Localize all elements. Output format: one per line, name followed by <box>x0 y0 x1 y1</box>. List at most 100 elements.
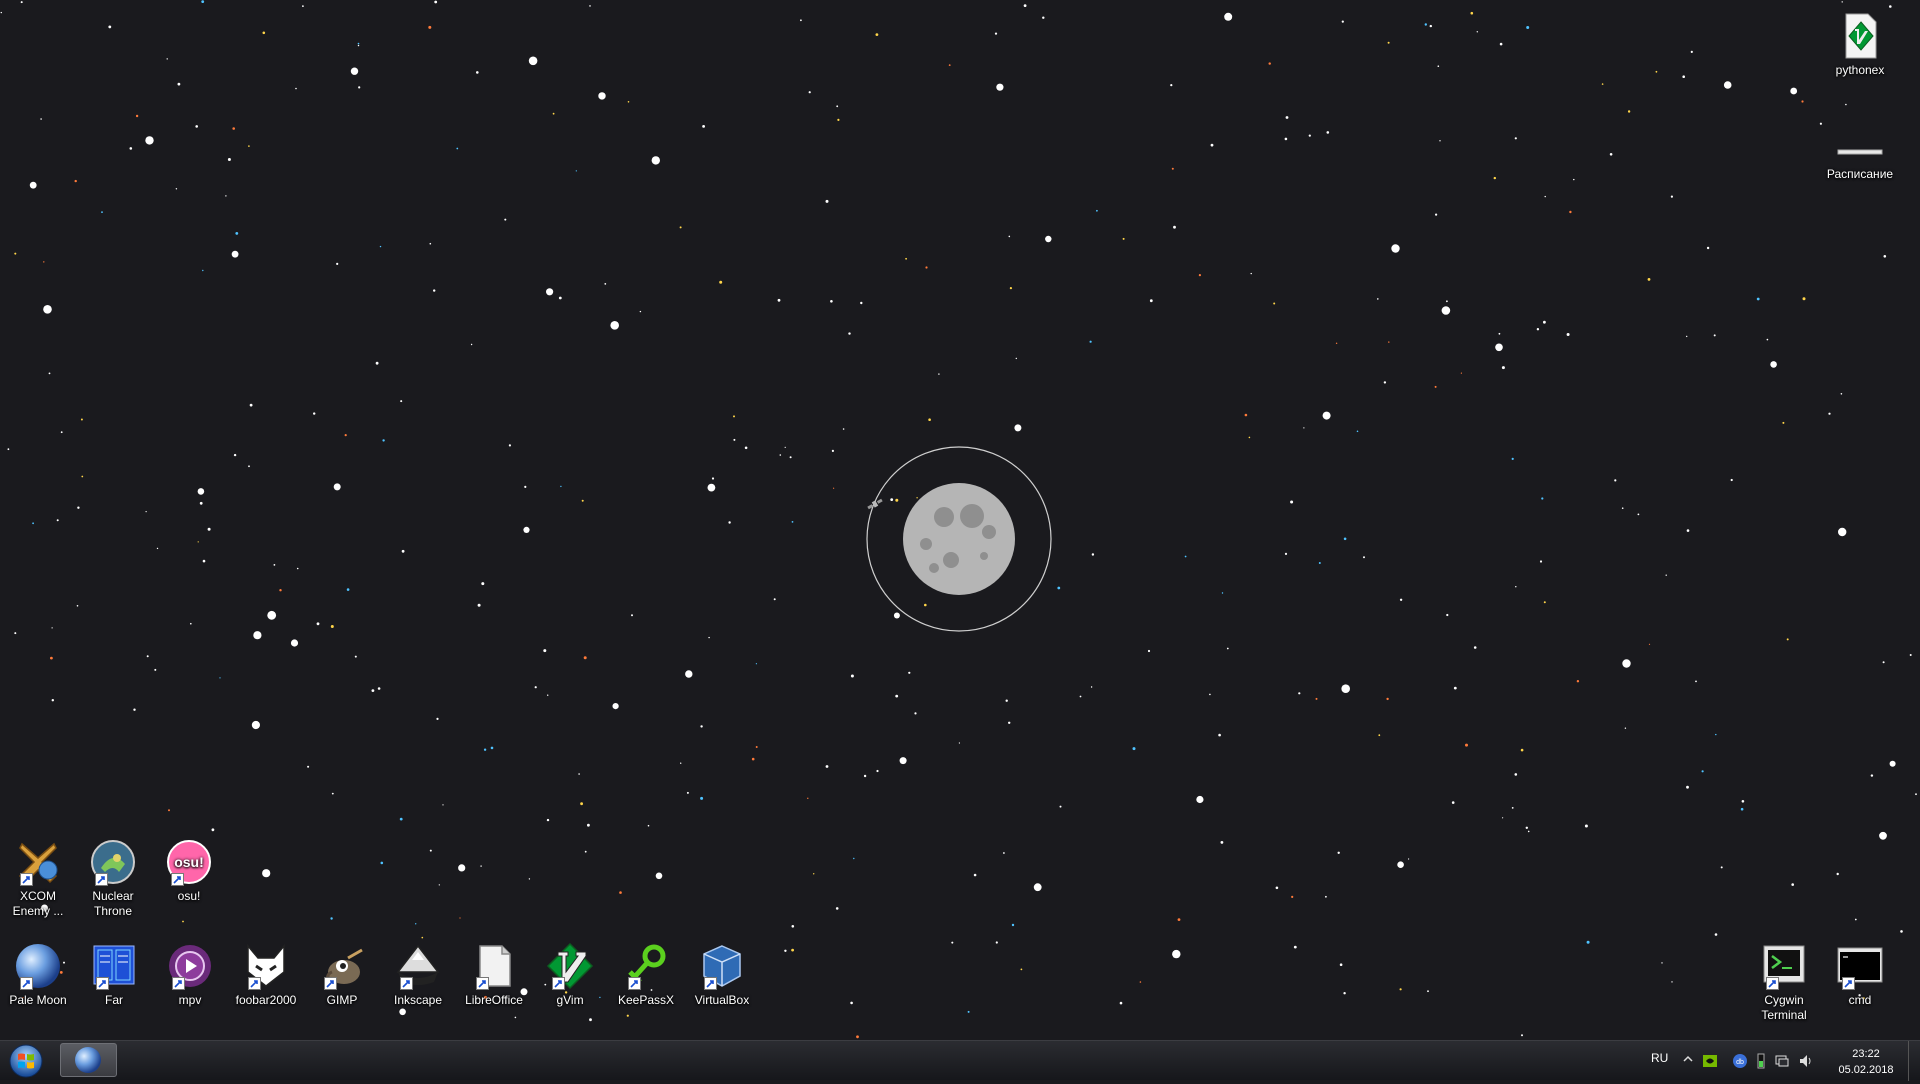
star <box>1399 988 1402 991</box>
desktop-icon-label: XCOM Enemy ... <box>12 889 64 918</box>
star <box>784 949 787 952</box>
star <box>1801 100 1804 103</box>
desktop-icon-inkscape[interactable]: Inkscape <box>380 942 456 1008</box>
shortcut-arrow-icon <box>171 873 184 886</box>
star <box>290 639 299 647</box>
star <box>333 483 341 491</box>
star <box>1008 235 1011 238</box>
desktop-icon-far[interactable]: Far <box>76 942 152 1008</box>
star <box>146 655 149 658</box>
star <box>279 589 282 592</box>
star <box>791 925 795 928</box>
desktop[interactable]: XCOM Enemy ... Nuclear Throne osu! osu! <box>0 0 1920 1040</box>
star <box>958 742 961 744</box>
desktop-icon-keepassx[interactable]: KeePassX <box>608 942 684 1008</box>
shortcut-arrow-icon <box>628 977 641 990</box>
windows-start-icon <box>9 1044 43 1078</box>
desktop-icon-cygwin-terminal[interactable]: Cygwin Terminal <box>1746 942 1822 1023</box>
star <box>1543 320 1546 324</box>
taskbar-app-pale-moon[interactable] <box>60 1043 117 1077</box>
network-icon[interactable] <box>1774 1053 1790 1072</box>
desktop-icon-pale-moon[interactable]: Pale Moon <box>0 942 76 1008</box>
star <box>589 1018 592 1022</box>
star <box>1079 695 1082 698</box>
desktop-icon-nuclear-throne[interactable]: Nuclear Throne <box>75 838 151 919</box>
star <box>344 434 347 437</box>
star <box>1427 990 1429 993</box>
shortcut-arrow-icon <box>95 873 108 886</box>
star <box>1096 209 1098 212</box>
star <box>1268 62 1271 65</box>
desktop-icon-label: VirtualBox <box>694 993 750 1007</box>
star <box>1343 992 1346 995</box>
star <box>1009 287 1013 290</box>
desktop-icon-label: Inkscape <box>393 993 443 1007</box>
star <box>612 703 619 710</box>
show-desktop-button[interactable] <box>1908 1041 1920 1081</box>
star <box>534 686 537 689</box>
battery-icon[interactable] <box>1756 1053 1766 1072</box>
network-badge-icon[interactable]: db <box>1732 1053 1748 1072</box>
star <box>1682 75 1685 78</box>
star <box>253 631 262 640</box>
shortcut-arrow-icon <box>1842 977 1855 990</box>
desktop-icon-libreoffice[interactable]: LibreOffice <box>456 942 532 1008</box>
star <box>190 622 192 625</box>
star <box>899 757 907 765</box>
start-button[interactable] <box>6 1043 46 1079</box>
star <box>1909 654 1912 656</box>
star <box>1090 686 1093 688</box>
star <box>589 5 591 7</box>
star <box>219 677 221 679</box>
language-indicator[interactable]: RU <box>1651 1051 1668 1065</box>
star <box>1337 851 1340 854</box>
star <box>233 453 237 457</box>
desktop-icon-virtualbox[interactable]: VirtualBox <box>684 942 760 1008</box>
system-clock[interactable]: 23:22 05.02.2018 <box>1832 1046 1900 1078</box>
star <box>1686 785 1689 789</box>
desktop-icon-xcom[interactable]: XCOM Enemy ... <box>0 838 76 919</box>
star <box>43 261 45 263</box>
star <box>379 245 382 248</box>
desktop-icon-osu[interactable]: osu! osu! <box>151 838 227 904</box>
star <box>996 83 1004 91</box>
volume-icon[interactable] <box>1798 1053 1814 1072</box>
star <box>1586 940 1590 944</box>
star <box>610 321 619 330</box>
desktop-icon-gvim[interactable]: gVim <box>532 942 608 1008</box>
star <box>733 438 736 441</box>
show-hidden-icons-icon[interactable] <box>1682 1053 1694 1068</box>
star <box>905 257 907 260</box>
star <box>428 25 432 29</box>
star <box>546 288 554 296</box>
desktop-icon-foobar2000[interactable]: foobar2000 <box>228 942 304 1008</box>
star <box>182 920 184 923</box>
star <box>434 0 438 4</box>
star <box>459 917 461 919</box>
star <box>433 289 436 292</box>
desktop-icon-gimp[interactable]: GIMP <box>304 942 380 1008</box>
star <box>357 42 360 45</box>
star <box>235 232 239 235</box>
star <box>1008 721 1011 724</box>
desktop-icon-mpv[interactable]: mpv <box>152 942 228 1008</box>
nvidia-icon[interactable] <box>1702 1053 1718 1072</box>
star <box>1723 81 1732 89</box>
star <box>1356 430 1359 433</box>
star <box>225 195 227 197</box>
desktop-icon-pythonex[interactable]: pythonex <box>1822 12 1898 78</box>
star <box>546 818 550 822</box>
star <box>1042 16 1045 19</box>
desktop-icon-raspisanie[interactable]: Расписание <box>1822 116 1898 182</box>
star <box>598 92 606 100</box>
desktop-icon-label: pythonex <box>1835 63 1885 77</box>
star <box>400 400 403 403</box>
star <box>1284 137 1288 141</box>
star <box>604 283 607 285</box>
star <box>1566 333 1570 336</box>
desktop-icon-cmd[interactable]: cmd <box>1822 942 1898 1008</box>
star <box>1470 11 1474 15</box>
star <box>1854 918 1857 921</box>
star <box>508 444 511 447</box>
star <box>1291 895 1294 899</box>
